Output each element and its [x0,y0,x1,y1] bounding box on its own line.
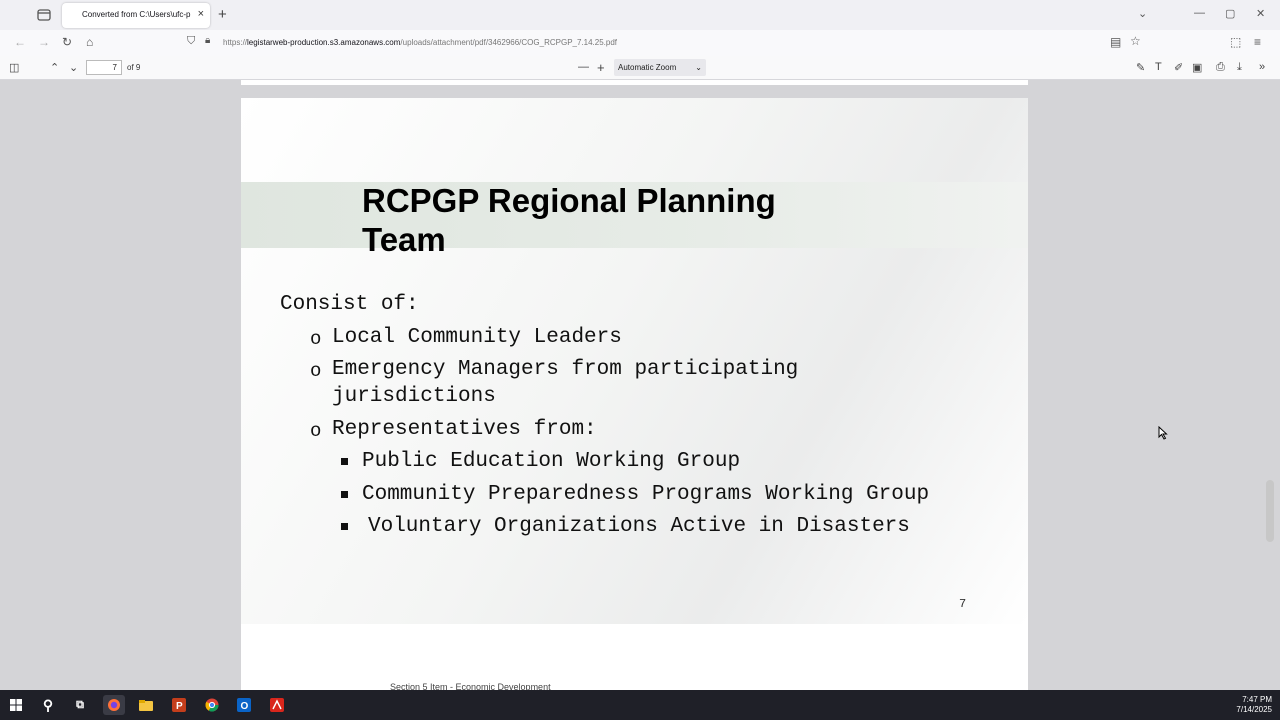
lock-icon[interactable]: 🔒︎ [205,35,210,46]
list-item: Local Community Leaders [332,326,622,349]
tab-title: Converted from C:\Users\ufc-p [82,10,191,19]
draw-icon[interactable]: ✐ [1174,61,1183,74]
new-tab-button[interactable]: + [218,6,227,23]
next-page-snippet: Section 5 Item - Economic Development [390,682,551,690]
minimize-icon[interactable]: — [1194,7,1205,19]
tab-overflow-chevron-icon[interactable]: ⌄ [1138,7,1147,20]
search-icon[interactable]: ⚲ [37,695,59,715]
square-bullet-icon [341,491,348,498]
extensions-icon[interactable]: ⬚ [1230,35,1241,49]
chevron-down-icon: ⌄ [695,63,702,72]
start-windows-icon[interactable] [5,695,27,715]
zoom-in-icon[interactable]: + [597,60,605,75]
url-text[interactable]: https://legistarweb-production.s3.amazon… [223,38,617,47]
pdf-toolbar: ◫ ⌃ ⌄ 7 of 9 — + Automatic Zoom ⌄ ✎ T ✐ … [0,56,1280,80]
reader-view-icon[interactable]: ▤ [1110,35,1121,49]
chrome-icon[interactable] [201,695,223,715]
powerpoint-icon[interactable]: P [168,695,190,715]
maximize-icon[interactable]: ▢ [1225,7,1235,20]
slide-title: RCPGP Regional Planning Team [362,182,776,258]
bullet-marker: o [310,328,322,350]
taskbar: ⚲ ⧉ P O 7:47 PM 7/14/2025 [0,690,1280,720]
bullet-marker: o [310,360,322,382]
svg-text:O: O [241,701,249,712]
active-tab[interactable]: Converted from C:\Users\ufc-p × [62,3,210,28]
tracking-shield-icon[interactable]: ⛉ [187,35,195,48]
zoom-select[interactable]: Automatic Zoom ⌄ [614,59,706,76]
navigation-bar: ← → ↻ ⌂ ⛉ 🔒︎ https://legistarweb-product… [0,30,1280,56]
reload-icon[interactable]: ↻ [62,35,72,49]
tab-list-icon[interactable] [36,7,52,23]
slide: RCPGP Regional Planning Team Consist of:… [241,98,1028,624]
square-bullet-icon [341,458,348,465]
sub-list-item: Public Education Working Group [362,450,741,473]
text-tool-icon[interactable]: T [1155,61,1162,73]
save-icon[interactable]: ⤓ [1237,61,1242,74]
list-item: Emergency Managers from participating [332,358,799,381]
list-item: Representatives from: [332,418,597,441]
url-bar[interactable]: ⛉ 🔒︎ https://legistarweb-production.s3.a… [180,32,1155,54]
back-icon[interactable]: ← [14,35,26,49]
svg-text:P: P [176,701,183,712]
previous-page-icon[interactable]: ⌃ [50,61,59,74]
tools-chevron-icon[interactable]: » [1259,61,1265,73]
task-view-icon[interactable]: ⧉ [69,695,91,715]
pdf-viewer[interactable]: RCPGP Regional Planning Team Consist of:… [0,80,1280,690]
sub-list-item: Community Preparedness Programs Working … [362,483,930,506]
pdf-page: RCPGP Regional Planning Team Consist of:… [241,98,1028,690]
tab-bar: Converted from C:\Users\ufc-p × + ⌄ — ▢ … [0,0,1280,30]
slide-heading: Consist of: [280,293,419,316]
square-bullet-icon [341,523,348,530]
print-icon[interactable]: ⎙ [1216,61,1225,74]
outlook-icon[interactable]: O [233,695,255,715]
previous-page-edge [241,80,1028,91]
scrollbar-thumb[interactable] [1266,480,1274,542]
image-icon[interactable]: ▣ [1192,61,1202,74]
bookmark-star-icon[interactable]: ☆ [1130,34,1141,48]
close-window-icon[interactable]: ✕ [1256,7,1265,20]
list-item-continuation: jurisdictions [332,385,496,408]
bullet-marker: o [310,420,322,442]
highlight-icon[interactable]: ✎ [1136,61,1145,74]
menu-icon[interactable]: ≡ [1254,35,1261,49]
adobe-acrobat-icon[interactable] [266,695,288,715]
home-icon[interactable]: ⌂ [86,35,93,49]
sub-list-item: Voluntary Organizations Active in Disast… [368,515,910,538]
forward-icon[interactable]: → [38,35,50,49]
page-count: of 9 [127,63,141,72]
page-number-input[interactable]: 7 [86,60,122,75]
zoom-out-icon[interactable]: — [578,61,589,73]
system-clock[interactable]: 7:47 PM 7/14/2025 [1236,695,1272,715]
close-tab-icon[interactable]: × [198,8,204,20]
file-explorer-icon[interactable] [135,695,157,715]
slide-page-number: 7 [959,597,967,611]
mouse-cursor-icon [1158,426,1168,440]
next-page-icon[interactable]: ⌄ [69,61,78,74]
sidebar-toggle-icon[interactable]: ◫ [9,61,19,74]
firefox-icon[interactable] [103,695,125,715]
